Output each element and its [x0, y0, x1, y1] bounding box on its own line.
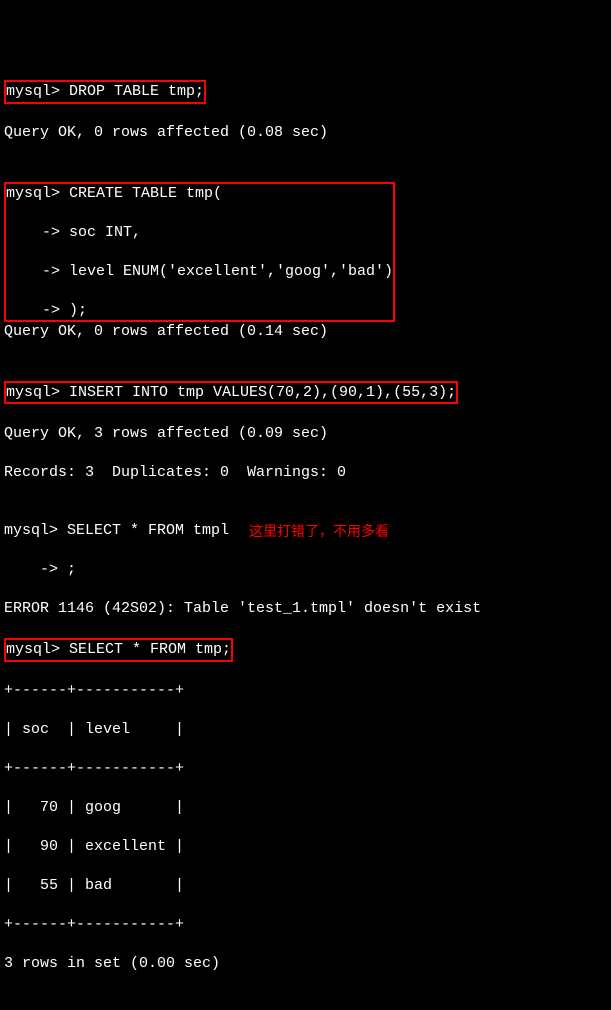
error-line: ERROR 1146 (42S02): Table 'test_1.tmpl' …	[4, 599, 607, 619]
table-row: | 70 | goog |	[4, 798, 607, 818]
sql-select-typo-2: -> ;	[4, 560, 607, 580]
annotation-typo: 这里打错了，不用多看	[249, 522, 389, 540]
highlight-create-table: mysql> CREATE TABLE tmp( -> soc INT, -> …	[4, 182, 395, 323]
sql-create-3: -> level ENUM('excellent','goog','bad')	[6, 262, 393, 282]
result-insert-1: Query OK, 3 rows affected (0.09 sec)	[4, 424, 607, 444]
sql-create-4: -> );	[6, 301, 393, 321]
highlight-drop-table: mysql> DROP TABLE tmp;	[4, 80, 206, 104]
result-select: 3 rows in set (0.00 sec)	[4, 954, 607, 974]
table-border-top: +------+-----------+	[4, 681, 607, 701]
table-border-bottom: +------+-----------+	[4, 915, 607, 935]
sql-create-1: mysql> CREATE TABLE tmp(	[6, 184, 393, 204]
result-drop: Query OK, 0 rows affected (0.08 sec)	[4, 123, 607, 143]
table-row: | 55 | bad |	[4, 876, 607, 896]
result-create: Query OK, 0 rows affected (0.14 sec)	[4, 322, 607, 342]
sql-drop-table: mysql> DROP TABLE tmp;	[6, 83, 204, 100]
highlight-insert: mysql> INSERT INTO tmp VALUES(70,2),(90,…	[4, 381, 458, 405]
highlight-select: mysql> SELECT * FROM tmp;	[4, 638, 233, 662]
table-border-mid: +------+-----------+	[4, 759, 607, 779]
result-insert-2: Records: 3 Duplicates: 0 Warnings: 0	[4, 463, 607, 483]
table-header: | soc | level |	[4, 720, 607, 740]
sql-select: mysql> SELECT * FROM tmp;	[6, 641, 231, 658]
sql-insert: mysql> INSERT INTO tmp VALUES(70,2),(90,…	[6, 384, 456, 401]
sql-create-2: -> soc INT,	[6, 223, 393, 243]
table-row: | 90 | excellent |	[4, 837, 607, 857]
sql-select-typo-1: mysql> SELECT * FROM tmpl	[4, 521, 229, 541]
